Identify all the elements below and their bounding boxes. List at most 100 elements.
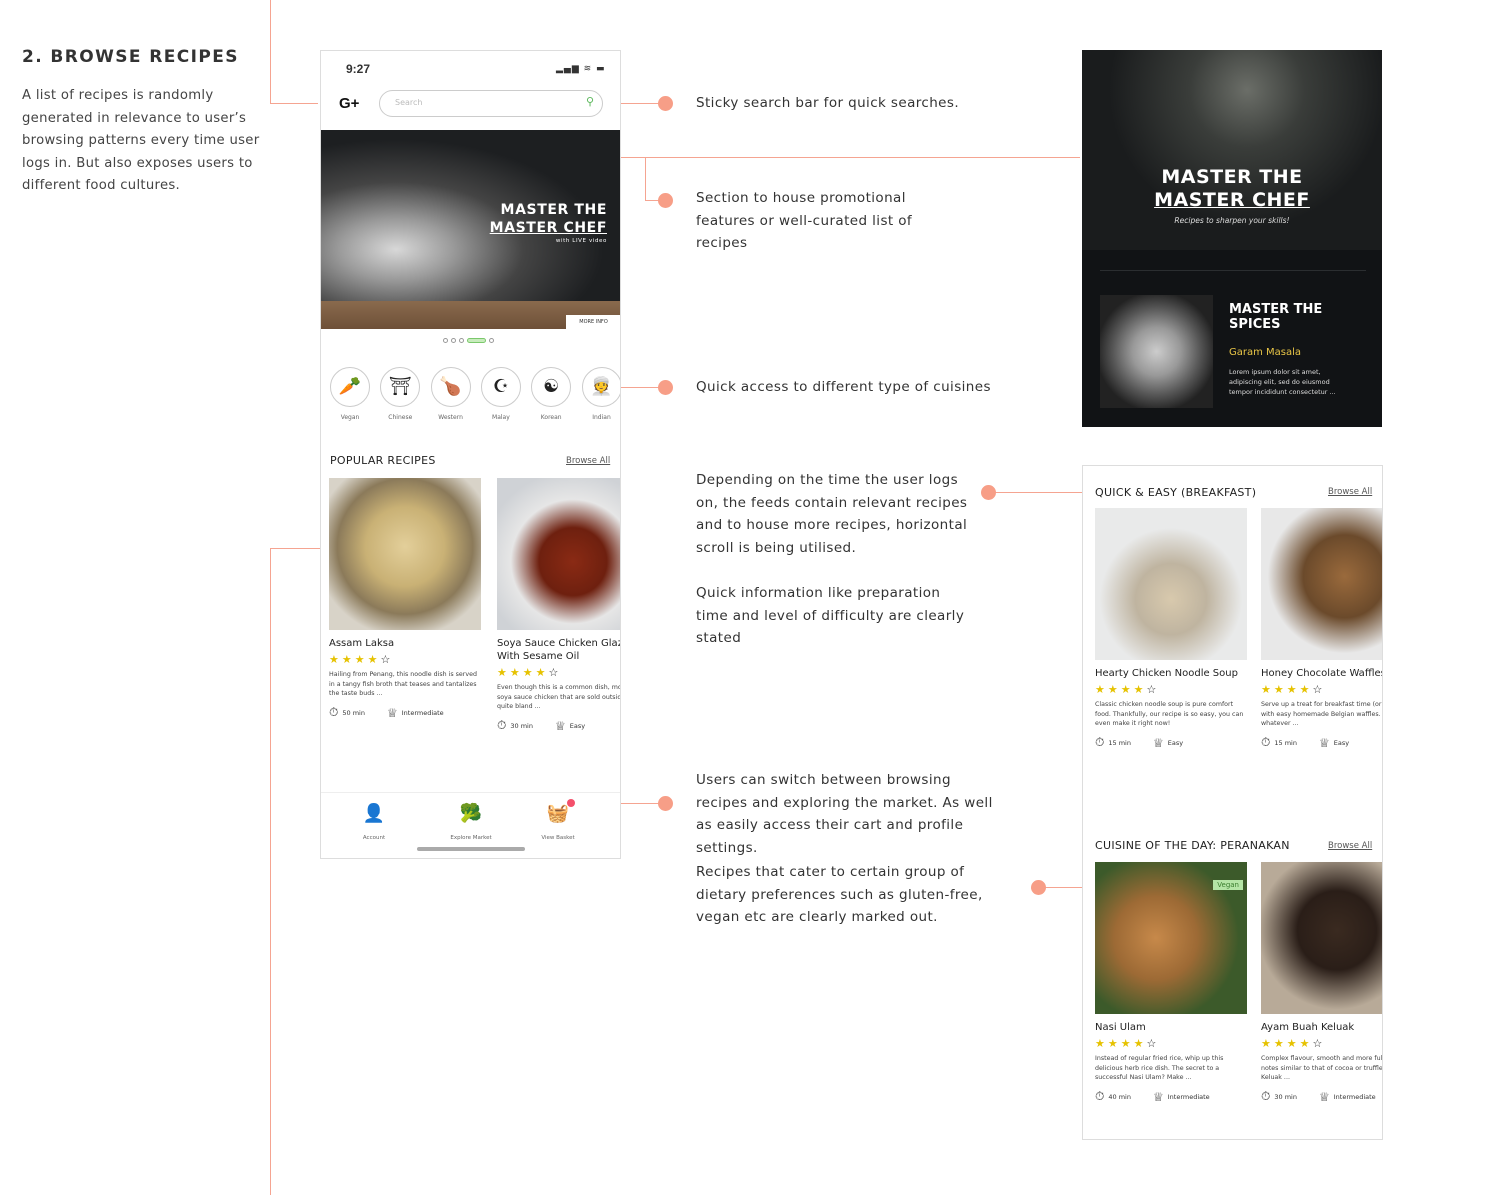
- section-title: 2. BROWSE RECIPES: [22, 47, 239, 67]
- difficulty: Easy: [569, 721, 586, 730]
- carrot-icon: 🥕: [338, 376, 362, 397]
- prep-time: 15 min: [1108, 738, 1131, 747]
- category-western[interactable]: 🍗: [430, 367, 471, 407]
- recipe-image[interactable]: Vegan: [1095, 862, 1247, 1014]
- category-chinese[interactable]: ⛩: [380, 367, 421, 407]
- indian-person-icon: 👳: [590, 376, 613, 397]
- stopwatch-icon: ⏱: [1261, 1089, 1271, 1103]
- annotation-promo: Section to house promotional features or…: [696, 190, 913, 252]
- star-icon: ★: [341, 653, 355, 666]
- promo-feature-panel: MASTER THE MASTER CHEF Recipes to sharpe…: [1082, 50, 1382, 427]
- dietary-tag: Vegan: [1213, 880, 1243, 890]
- search-input[interactable]: Search ⚲: [379, 90, 603, 117]
- recipe-feeds-panel: QUICK & EASY (BREAKFAST) Browse All CUIS…: [1082, 465, 1383, 1140]
- category-label: Indian: [592, 414, 611, 421]
- star-icon: ★: [535, 666, 549, 679]
- star-icon: ★: [329, 653, 342, 666]
- difficulty: Intermediate: [1167, 1092, 1210, 1101]
- recipe-image[interactable]: [329, 478, 481, 630]
- stopwatch-icon: ⏱: [1095, 1089, 1105, 1103]
- divider: [1100, 270, 1366, 271]
- star-icon: ☆: [380, 653, 394, 666]
- annotation-feeds: Depending on the time the user logs on, …: [696, 472, 968, 556]
- spices-image[interactable]: [1100, 295, 1213, 408]
- pager-dot[interactable]: [489, 338, 494, 343]
- nav-account[interactable]: 👤 Account: [339, 803, 409, 843]
- recipe-image[interactable]: [1095, 508, 1247, 660]
- pagoda-icon: ⛩: [388, 376, 412, 397]
- recipe-card[interactable]: Hearty Chicken Noodle Soup ★★★★☆ Classic…: [1095, 508, 1250, 750]
- recipe-desc: Hailing from Penang, this noodle dish is…: [329, 671, 477, 697]
- star-icon: ★: [1095, 683, 1108, 696]
- promo-banner[interactable]: MASTER THE MASTER CHEF with LIVE video M…: [321, 130, 620, 329]
- pager-dot[interactable]: [459, 338, 464, 343]
- search-icon[interactable]: ⚲: [586, 95, 594, 108]
- feed-heading: QUICK & EASY (BREAKFAST): [1095, 486, 1257, 499]
- section-intro: A list of recipes is randomly generated …: [22, 88, 260, 194]
- difficulty: Easy: [1167, 738, 1184, 747]
- recipe-image[interactable]: [1261, 862, 1382, 1014]
- recipe-card[interactable]: Vegan Nasi Ulam ★★★★☆ Instead of regular…: [1095, 862, 1250, 1104]
- recipe-title: Assam Laksa: [329, 638, 395, 649]
- chef-hat-icon: ♕: [1318, 1089, 1330, 1104]
- star-icon: ☆: [548, 666, 562, 679]
- browse-all-link[interactable]: Browse All: [566, 456, 610, 466]
- banner-title-line1: MASTER THE: [500, 202, 607, 218]
- recipe-card[interactable]: Ayam Buah Keluak ★★★★☆ Complex flavour, …: [1261, 862, 1383, 1104]
- recipe-title: Hearty Chicken Noodle Soup: [1095, 668, 1238, 679]
- recipe-image[interactable]: [497, 478, 620, 630]
- annotation-dot: [658, 796, 673, 811]
- nav-explore-market[interactable]: 🥦 Explore Market: [436, 803, 506, 843]
- feature-desc: Lorem ipsum dolor sit amet, adipiscing e…: [1229, 368, 1336, 396]
- star-icon: ★: [354, 653, 368, 666]
- bottom-nav: 👤 Account 🥦 Explore Market 🧺 View Basket: [321, 792, 620, 858]
- recipe-title: Nasi Ulam: [1095, 1022, 1146, 1033]
- annotation-dot: [658, 380, 673, 395]
- star-icon: ☆: [1146, 1037, 1160, 1050]
- more-info-button[interactable]: MORE INFO: [566, 315, 620, 329]
- status-icons: ▂▄▆ ≋ ▬: [556, 64, 606, 74]
- basket-badge: [567, 799, 575, 807]
- nav-label: Account: [362, 835, 386, 841]
- star-icon: ★: [1273, 683, 1287, 696]
- recipe-image[interactable]: [1261, 508, 1382, 660]
- chef-hat-icon: ♕: [1318, 735, 1330, 750]
- recipe-card[interactable]: Assam Laksa ★★★★☆ Hailing from Penang, t…: [329, 478, 484, 720]
- category-malay[interactable]: ☪: [480, 367, 521, 407]
- rating-stars: ★★★★☆: [1095, 1037, 1250, 1050]
- pager-dot[interactable]: [443, 338, 448, 343]
- browse-all-link[interactable]: Browse All: [1328, 487, 1372, 497]
- account-icon: 👤: [362, 803, 386, 824]
- browse-all-link[interactable]: Browse All: [1328, 841, 1372, 851]
- star-icon: ★: [1133, 1037, 1147, 1050]
- connector-line: [270, 548, 271, 1195]
- rating-stars: ★★★★☆: [329, 653, 484, 666]
- star-icon: ★: [1133, 683, 1147, 696]
- recipe-title: Honey Chocolate Waffles: [1261, 668, 1383, 679]
- category-label: Vegan: [340, 414, 360, 421]
- star-icon: ★: [1286, 1037, 1300, 1050]
- popular-recipes-heading: POPULAR RECIPES: [330, 454, 436, 467]
- category-vegan[interactable]: 🥕: [330, 367, 370, 407]
- rating-stars: ★★★★☆: [497, 666, 620, 679]
- recipe-card[interactable]: Honey Chocolate Waffles ★★★★☆ Serve up a…: [1261, 508, 1383, 750]
- recipe-card[interactable]: Soya Sauce Chicken Glaze With Sesame Oil…: [497, 478, 620, 733]
- recipe-desc: Instead of regular fried rice, whip up t…: [1095, 1055, 1224, 1081]
- recipe-desc: Complex flavour, smooth and more full-bo…: [1261, 1055, 1383, 1081]
- pager-dot[interactable]: [467, 338, 486, 343]
- star-icon: ★: [1299, 683, 1313, 696]
- banner-title-line2: MASTER CHEF: [489, 220, 607, 236]
- annotation-dot: [658, 193, 673, 208]
- category-korean[interactable]: ☯: [531, 367, 572, 407]
- pager-dot[interactable]: [451, 338, 456, 343]
- star-icon: ★: [1095, 1037, 1108, 1050]
- difficulty: Easy: [1333, 738, 1350, 747]
- star-icon: ★: [1107, 683, 1121, 696]
- category-indian[interactable]: 👳: [581, 367, 620, 407]
- search-placeholder: Search: [395, 98, 423, 107]
- stopwatch-icon: ⏱: [1095, 735, 1105, 749]
- status-time: 9:27: [346, 62, 371, 76]
- home-indicator: [417, 847, 525, 851]
- nav-view-basket[interactable]: 🧺 View Basket: [523, 803, 593, 843]
- annotation-dot: [658, 96, 673, 111]
